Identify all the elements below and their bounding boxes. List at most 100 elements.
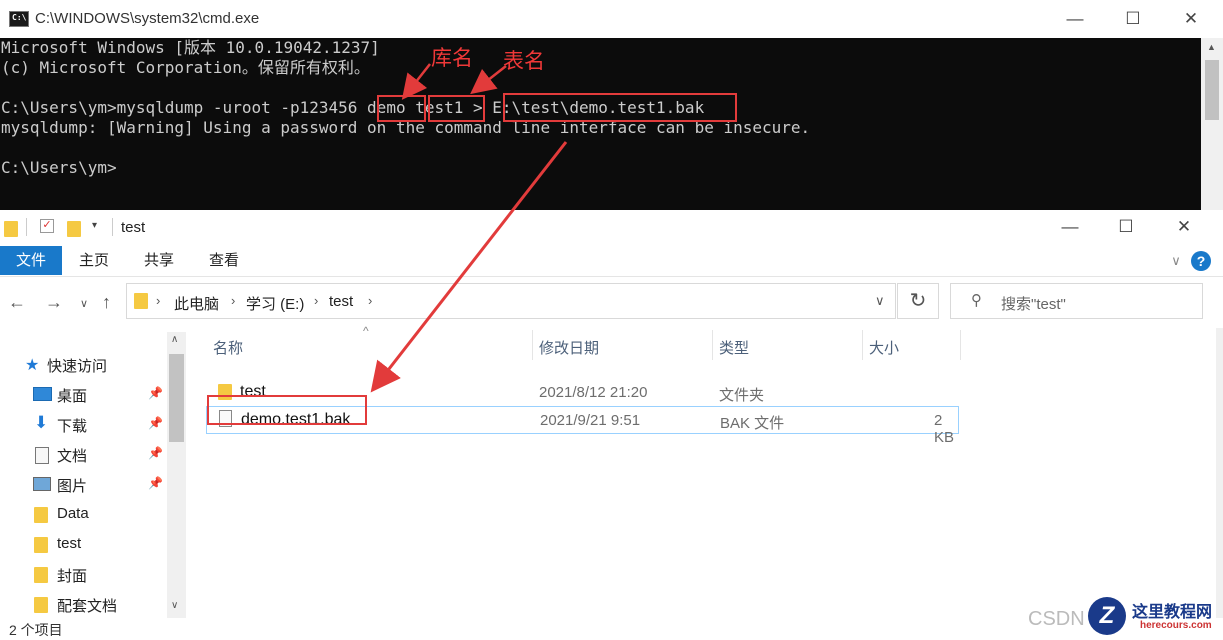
minimize-button[interactable]: — bbox=[1047, 214, 1093, 240]
pin-icon[interactable]: 📌 bbox=[148, 476, 163, 490]
address-bar[interactable]: › 此电脑 › 学习 (E:) › test › ∨ bbox=[126, 283, 896, 319]
file-type: BAK 文件 bbox=[720, 415, 785, 432]
sidebar-item-docs[interactable]: 配套文档 bbox=[0, 590, 165, 620]
scroll-up-icon[interactable]: ∧ bbox=[171, 334, 178, 345]
forward-arrow-icon[interactable]: → bbox=[45, 292, 63, 313]
folder-icon bbox=[34, 537, 48, 553]
file-list-scrollbar[interactable] bbox=[1216, 328, 1223, 618]
pictures-icon bbox=[33, 477, 51, 491]
up-arrow-icon[interactable]: ↑ bbox=[102, 292, 111, 313]
explorer-window-title: test bbox=[121, 219, 146, 236]
column-divider[interactable] bbox=[712, 330, 713, 360]
site-url-watermark: herecours.com bbox=[1140, 620, 1212, 631]
column-divider[interactable] bbox=[532, 330, 533, 360]
file-type: 文件夹 bbox=[719, 387, 765, 404]
highlight-table-name bbox=[428, 95, 485, 122]
breadcrumb-separator[interactable]: › bbox=[314, 293, 318, 308]
maximize-button[interactable]: ☐ bbox=[1110, 6, 1156, 32]
sidebar-item-downloads[interactable]: ⬇ 下载 📌 bbox=[0, 410, 165, 440]
tab-file[interactable]: 文件 bbox=[0, 246, 62, 275]
cmd-line: (c) Microsoft Corporation。保留所有权利。 bbox=[1, 58, 370, 77]
close-button[interactable]: ✕ bbox=[1161, 214, 1207, 240]
nav-label: Data bbox=[57, 505, 89, 522]
nav-label: 桌面 bbox=[57, 388, 88, 405]
sidebar-item-test[interactable]: test bbox=[0, 530, 165, 560]
nav-label: 文档 bbox=[57, 448, 88, 465]
expand-ribbon-icon[interactable]: ∨ bbox=[1166, 246, 1186, 275]
nav-label: test bbox=[57, 535, 82, 552]
help-icon[interactable]: ? bbox=[1191, 251, 1211, 271]
nav-label: 图片 bbox=[57, 478, 88, 495]
explorer-window: ✓ ▾ test — ☐ ✕ 文件 主页 共享 查看 ∨ ? ← → ∨ ↑ ›… bbox=[0, 210, 1223, 639]
sidebar-item-data[interactable]: Data bbox=[0, 500, 165, 530]
navigation-pane: ★ 快速访问 桌面 📌 ⬇ 下载 📌 文档 📌 图片 📌 Data test 封… bbox=[0, 328, 188, 618]
properties-icon[interactable]: ✓ bbox=[40, 219, 54, 233]
file-list: ^ 名称 修改日期 类型 大小 test 2021/8/12 21:20 文件夹… bbox=[190, 324, 1205, 618]
scroll-up-icon[interactable]: ▲ bbox=[1207, 42, 1216, 52]
cmd-line: Microsoft Windows [版本 10.0.19042.1237] bbox=[1, 38, 380, 57]
site-name-watermark: 这里教程网 bbox=[1132, 602, 1213, 621]
breadcrumb-drive-e[interactable]: 学习 (E:) bbox=[246, 293, 304, 314]
breadcrumb-this-pc[interactable]: 此电脑 bbox=[174, 293, 219, 314]
search-input[interactable]: 搜索"test" bbox=[1001, 293, 1066, 314]
nav-label: 快速访问 bbox=[47, 358, 108, 375]
desktop-icon bbox=[33, 387, 52, 401]
tab-view[interactable]: 查看 bbox=[200, 246, 248, 275]
column-divider[interactable] bbox=[862, 330, 863, 360]
address-history-dropdown-icon[interactable]: ∨ bbox=[875, 293, 885, 309]
cmd-titlebar[interactable]: C:\ C:\WINDOWS\system32\cmd.exe — ☐ ✕ bbox=[0, 0, 1223, 38]
column-header-size[interactable]: 大小 bbox=[869, 337, 899, 358]
explorer-titlebar[interactable]: ✓ ▾ test — ☐ ✕ bbox=[0, 210, 1223, 246]
pin-icon[interactable]: 📌 bbox=[148, 446, 163, 460]
folder-icon bbox=[34, 597, 48, 613]
cmd-icon: C:\ bbox=[9, 11, 29, 27]
cmd-output[interactable]: Microsoft Windows [版本 10.0.19042.1237] (… bbox=[0, 38, 1201, 210]
maximize-button[interactable]: ☐ bbox=[1103, 214, 1149, 240]
customize-quick-access-icon[interactable]: ▾ bbox=[92, 220, 97, 231]
scroll-thumb[interactable] bbox=[169, 354, 184, 442]
quick-access-item[interactable]: ★ 快速访问 bbox=[0, 350, 165, 380]
scroll-thumb[interactable] bbox=[1205, 60, 1219, 120]
sidebar-item-cover[interactable]: 封面 bbox=[0, 560, 165, 590]
file-date: 2021/8/12 21:20 bbox=[539, 384, 648, 401]
pin-icon[interactable]: 📌 bbox=[148, 416, 163, 430]
nav-label: 下载 bbox=[57, 418, 88, 435]
pin-icon[interactable]: 📌 bbox=[148, 386, 163, 400]
nav-label: 配套文档 bbox=[57, 598, 118, 615]
scroll-down-icon[interactable]: ∨ bbox=[171, 600, 178, 611]
breadcrumb-separator[interactable]: › bbox=[368, 293, 372, 308]
breadcrumb-separator[interactable]: › bbox=[231, 293, 235, 308]
tab-share[interactable]: 共享 bbox=[135, 246, 183, 275]
nav-scrollbar[interactable]: ∧ ∨ bbox=[167, 332, 186, 618]
table-name-annotation: 表名 bbox=[503, 49, 545, 73]
cmd-line: C:\Users\ym> bbox=[1, 158, 117, 177]
column-header-name[interactable]: 名称 bbox=[213, 337, 243, 358]
tab-home[interactable]: 主页 bbox=[70, 246, 118, 275]
sidebar-item-desktop[interactable]: 桌面 📌 bbox=[0, 380, 165, 410]
breadcrumb-test[interactable]: test bbox=[329, 293, 353, 310]
download-icon: ⬇ bbox=[34, 413, 49, 432]
csdn-watermark: CSDN bbox=[1028, 608, 1085, 630]
navigation-bar: ← → ∨ ↑ › 此电脑 › 学习 (E:) › test › ∨ ↻ ⚲ 搜… bbox=[0, 277, 1223, 327]
divider bbox=[26, 218, 27, 236]
column-header-type[interactable]: 类型 bbox=[719, 337, 749, 358]
recent-locations-icon[interactable]: ∨ bbox=[80, 297, 88, 310]
db-name-annotation: 库名 bbox=[431, 46, 473, 70]
document-icon bbox=[35, 447, 49, 464]
sidebar-item-documents[interactable]: 文档 📌 bbox=[0, 440, 165, 470]
column-header-date[interactable]: 修改日期 bbox=[539, 337, 599, 358]
close-button[interactable]: ✕ bbox=[1168, 6, 1214, 32]
column-divider[interactable] bbox=[960, 330, 961, 360]
site-logo: Z bbox=[1088, 597, 1126, 635]
search-box[interactable]: ⚲ 搜索"test" bbox=[950, 283, 1203, 319]
sidebar-item-pictures[interactable]: 图片 📌 bbox=[0, 470, 165, 500]
cmd-scrollbar[interactable]: ▲ bbox=[1201, 38, 1223, 210]
new-folder-icon[interactable] bbox=[67, 221, 81, 237]
back-arrow-icon[interactable]: ← bbox=[8, 292, 26, 313]
refresh-icon[interactable]: ↻ bbox=[897, 283, 939, 319]
minimize-button[interactable]: — bbox=[1052, 6, 1098, 32]
folder-icon bbox=[4, 221, 18, 237]
ribbon-tabs: 文件 主页 共享 查看 ∨ ? bbox=[0, 246, 1223, 277]
breadcrumb-separator: › bbox=[156, 293, 161, 308]
folder-icon bbox=[34, 507, 48, 523]
